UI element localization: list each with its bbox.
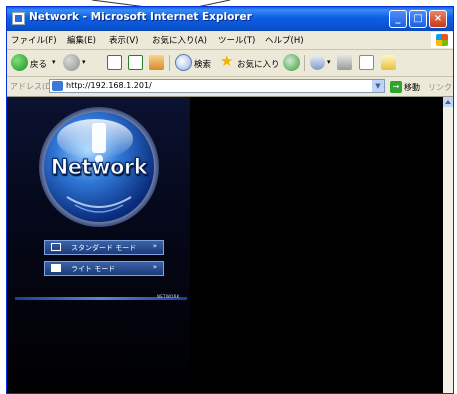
toolbar: 戻る ▾ ▾ 検索 ★ お気に入り ▾ <box>7 50 453 77</box>
go-button-label[interactable]: 移動 <box>404 82 420 93</box>
menu-edit[interactable]: 編集(E) <box>67 34 96 46</box>
menu-tools[interactable]: ツール(T) <box>218 34 255 46</box>
refresh-icon[interactable] <box>128 55 143 70</box>
links-label[interactable]: リンク <box>428 82 452 93</box>
double-chevron-right-icon: » <box>152 242 157 250</box>
left-panel: Network スタンダード モード » ライト モード » NETWORK <box>7 97 190 393</box>
edit-icon[interactable] <box>359 55 374 70</box>
favorites-star-icon[interactable]: ★ <box>220 52 233 70</box>
menu-favorites[interactable]: お気に入り(A) <box>152 34 207 46</box>
menu-view[interactable]: 表示(V) <box>109 34 138 46</box>
ie-app-icon[interactable] <box>12 12 25 25</box>
page-content: Network スタンダード モード » ライト モード » NETWORK <box>7 97 453 393</box>
back-button-label[interactable]: 戻る <box>30 58 47 70</box>
favorites-button-label[interactable]: お気に入り <box>237 58 280 70</box>
monitor-icon <box>51 243 61 251</box>
mail-icon[interactable] <box>310 55 325 70</box>
print-icon[interactable] <box>337 55 352 70</box>
toolbar-separator <box>169 55 170 71</box>
back-dropdown-icon[interactable]: ▾ <box>52 58 56 66</box>
page-icon <box>52 81 63 91</box>
address-label: アドレス(D) <box>10 82 55 91</box>
logo-text: Network <box>50 155 148 180</box>
address-bar: アドレス(D) http://192.168.1.201/ ▼ → 移動 リンク <box>7 77 453 97</box>
address-dropdown-icon[interactable]: ▼ <box>372 80 384 92</box>
menu-help[interactable]: ヘルプ(H) <box>265 34 304 46</box>
home-icon[interactable] <box>149 55 164 70</box>
standard-mode-label: スタンダード モード <box>71 244 137 252</box>
close-button[interactable]: × <box>429 10 447 28</box>
maximize-button[interactable]: □ <box>409 10 427 28</box>
window-title: Network - Microsoft Internet Explorer <box>29 11 252 23</box>
right-panel <box>190 97 453 393</box>
forward-arrow-icon[interactable] <box>63 54 80 71</box>
folder-icon[interactable] <box>381 55 396 70</box>
back-arrow-icon[interactable] <box>11 54 28 71</box>
go-arrow-icon[interactable]: → <box>390 81 402 93</box>
toolbar-separator <box>304 55 305 71</box>
history-icon[interactable] <box>283 54 300 71</box>
divider-label: NETWORK <box>157 294 180 299</box>
menu-file[interactable]: ファイル(F) <box>11 34 57 46</box>
address-url[interactable]: http://192.168.1.201/ <box>66 81 152 90</box>
menu-bar: ファイル(F) 編集(E) 表示(V) お気に入り(A) ツール(T) ヘルプ(… <box>7 31 453 50</box>
vertical-scrollbar[interactable] <box>443 97 453 393</box>
title-bar[interactable]: Network - Microsoft Internet Explorer _ … <box>7 7 453 31</box>
windows-logo-icon <box>431 32 453 48</box>
address-input[interactable]: http://192.168.1.201/ ▼ <box>49 79 385 93</box>
search-icon[interactable] <box>175 54 192 71</box>
forward-dropdown-icon[interactable]: ▾ <box>82 58 86 66</box>
lite-mode-button[interactable]: ライト モード » <box>44 261 164 276</box>
double-chevron-right-icon: » <box>152 263 157 271</box>
mail-dropdown-icon[interactable]: ▾ <box>327 58 331 66</box>
minimize-button[interactable]: _ <box>389 10 407 28</box>
stop-icon[interactable] <box>107 55 122 70</box>
square-icon <box>51 264 61 272</box>
standard-mode-button[interactable]: スタンダード モード » <box>44 240 164 255</box>
browser-window: Network - Microsoft Internet Explorer _ … <box>6 6 454 394</box>
lite-mode-label: ライト モード <box>71 265 116 273</box>
scroll-up-icon[interactable] <box>443 97 453 107</box>
search-button-label[interactable]: 検索 <box>194 58 211 70</box>
